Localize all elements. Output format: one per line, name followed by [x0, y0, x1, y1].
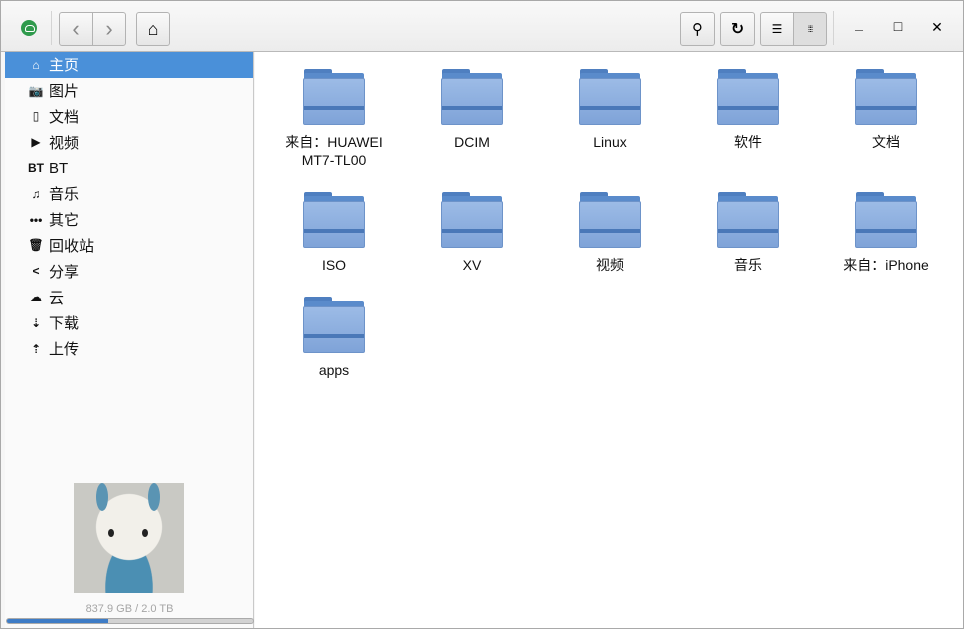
- folder-icon: [855, 69, 917, 125]
- sidebar-item-home[interactable]: ⌂ 主页: [5, 52, 253, 78]
- folder-name: XV: [462, 257, 482, 273]
- folder-item[interactable]: Linux: [541, 69, 679, 169]
- file-manager-window: ‹ › ⌂ ⚲ ↻ ☰ ⁞⁞⁞ _ □ ✕ ⌂ 主页 📷 图片 ▯ 文档 ▶ 视频 BT BT ♫ 音…: [0, 0, 964, 629]
- upload-icon: ⇡: [30, 341, 42, 356]
- folder-name: ISO: [321, 257, 347, 273]
- other-icon: •••: [29, 212, 43, 227]
- folder-name: 文档: [872, 134, 900, 150]
- sidebar-item-label: 视频: [49, 134, 80, 152]
- close-icon: ✕: [931, 19, 943, 35]
- folder-name: 来自：iPhone: [843, 257, 929, 273]
- sidebar-item-label: 音乐: [49, 186, 80, 204]
- sidebar-item-label: 主页: [49, 57, 80, 75]
- sidebar-item-trash[interactable]: 🗑 回收站: [5, 233, 253, 259]
- folder-name: Linux: [593, 134, 627, 150]
- folder-name: DCIM: [454, 134, 490, 150]
- maximize-icon: □: [893, 18, 903, 34]
- video-icon: ▶: [31, 135, 41, 150]
- share-icon: <: [32, 264, 40, 279]
- folder-icon: [441, 192, 503, 248]
- back-button[interactable]: ‹: [59, 12, 93, 46]
- minimize-button[interactable]: _: [849, 16, 869, 32]
- sidebar-item-label: 云: [49, 289, 65, 307]
- sidebar-item-video[interactable]: ▶ 视频: [5, 129, 253, 155]
- folder-icon: [717, 192, 779, 248]
- folder-item[interactable]: ISO: [265, 192, 403, 274]
- user-avatar[interactable]: [74, 483, 184, 593]
- folder-item[interactable]: 文档: [817, 69, 955, 169]
- folder-item[interactable]: 来自：iPhone: [817, 192, 955, 274]
- folder-icon: [441, 69, 503, 125]
- sidebar-item-label: 文档: [49, 108, 80, 126]
- folder-name: 来自：HUAWEI MT7-TL00: [285, 134, 383, 168]
- folder-name: apps: [318, 362, 350, 378]
- folder-item[interactable]: 视频: [541, 192, 679, 274]
- sidebar-item-document[interactable]: ▯ 文档: [5, 104, 253, 130]
- forward-button[interactable]: ›: [92, 12, 126, 46]
- grid-icon: ⁞⁞⁞: [807, 24, 813, 34]
- bt-icon: BT: [28, 161, 44, 176]
- grid-view-button[interactable]: ⁞⁞⁞: [793, 12, 827, 46]
- list-view-button[interactable]: ☰: [760, 12, 794, 46]
- cloud-icon: ☁: [30, 290, 42, 305]
- refresh-button[interactable]: ↻: [720, 12, 755, 46]
- titlebar: ‹ › ⌂ ⚲ ↻ ☰ ⁞⁞⁞ _ □ ✕: [1, 1, 963, 52]
- sidebar-item-label: 下载: [49, 315, 80, 333]
- folder-icon: [303, 297, 365, 353]
- folder-name: 视频: [596, 257, 624, 273]
- maximize-button[interactable]: □: [888, 18, 908, 34]
- home-icon: ⌂: [147, 18, 159, 39]
- sidebar-item-cloud[interactable]: ☁ 云: [5, 284, 253, 310]
- storage-quota-text: 837.9 GB / 2.0 TB: [85, 603, 174, 615]
- download-icon: ⇣: [30, 315, 42, 330]
- file-grid-area: 来自：HUAWEI MT7-TL00 DCIM Linux 软件 文档 ISO XV 视频 音乐…: [255, 52, 963, 628]
- folder-item[interactable]: 软件: [679, 69, 817, 169]
- close-button[interactable]: ✕: [927, 19, 947, 36]
- home-button[interactable]: ⌂: [136, 12, 170, 46]
- folder-item[interactable]: apps: [265, 297, 403, 379]
- folder-icon: [579, 192, 641, 248]
- folder-item[interactable]: 来自：HUAWEI MT7-TL00: [265, 69, 403, 169]
- sidebar-item-music[interactable]: ♫ 音乐: [5, 181, 253, 207]
- search-icon: ⚲: [692, 21, 703, 38]
- folder-icon: [303, 192, 365, 248]
- sidebar-item-other[interactable]: ••• 其它: [5, 207, 253, 233]
- folder-item[interactable]: XV: [403, 192, 541, 274]
- folder-name: 音乐: [734, 257, 762, 273]
- home-icon: ⌂: [32, 57, 40, 72]
- sidebar-item-label: 回收站: [49, 237, 95, 255]
- minimize-icon: _: [855, 16, 863, 32]
- folder-item[interactable]: DCIM: [403, 69, 541, 169]
- sidebar-item-label: 图片: [49, 83, 80, 101]
- folder-icon: [717, 69, 779, 125]
- sidebar-item-upload[interactable]: ⇡ 上传: [5, 336, 253, 362]
- sidebar-item-picture[interactable]: 📷 图片: [5, 78, 253, 104]
- document-icon: ▯: [32, 109, 40, 124]
- sidebar-item-label: 其它: [49, 212, 80, 230]
- sidebar-item-label: BT: [49, 159, 69, 177]
- folder-item[interactable]: 音乐: [679, 192, 817, 274]
- trash-icon: 🗑: [28, 238, 44, 253]
- storage-usage-bar: [6, 618, 254, 624]
- music-icon: ♫: [31, 186, 41, 201]
- picture-icon: 📷: [28, 83, 44, 98]
- chevron-right-icon: ›: [105, 16, 113, 41]
- folder-name: 软件: [734, 134, 762, 150]
- folder-icon: [579, 69, 641, 125]
- sidebar-item-share[interactable]: < 分享: [5, 258, 253, 284]
- sidebar-item-download[interactable]: ⇣ 下载: [5, 310, 253, 336]
- sidebar-item-label: 分享: [49, 263, 80, 281]
- sidebar: ⌂ 主页 📷 图片 ▯ 文档 ▶ 视频 BT BT ♫ 音乐 ••• 其它 🗑 回收站 < 分享 ☁ 云 ⇣ 下载 ⇡ 上传 …: [5, 52, 254, 628]
- chevron-left-icon: ‹: [72, 16, 80, 41]
- folder-icon: [855, 192, 917, 248]
- folder-icon: [303, 69, 365, 125]
- refresh-icon: ↻: [730, 21, 745, 38]
- sidebar-item-label: 上传: [49, 341, 80, 359]
- sidebar-item-bt[interactable]: BT BT: [5, 155, 253, 181]
- list-icon: ☰: [771, 22, 783, 36]
- cloud-logo-icon: [21, 20, 37, 36]
- search-button[interactable]: ⚲: [680, 12, 715, 46]
